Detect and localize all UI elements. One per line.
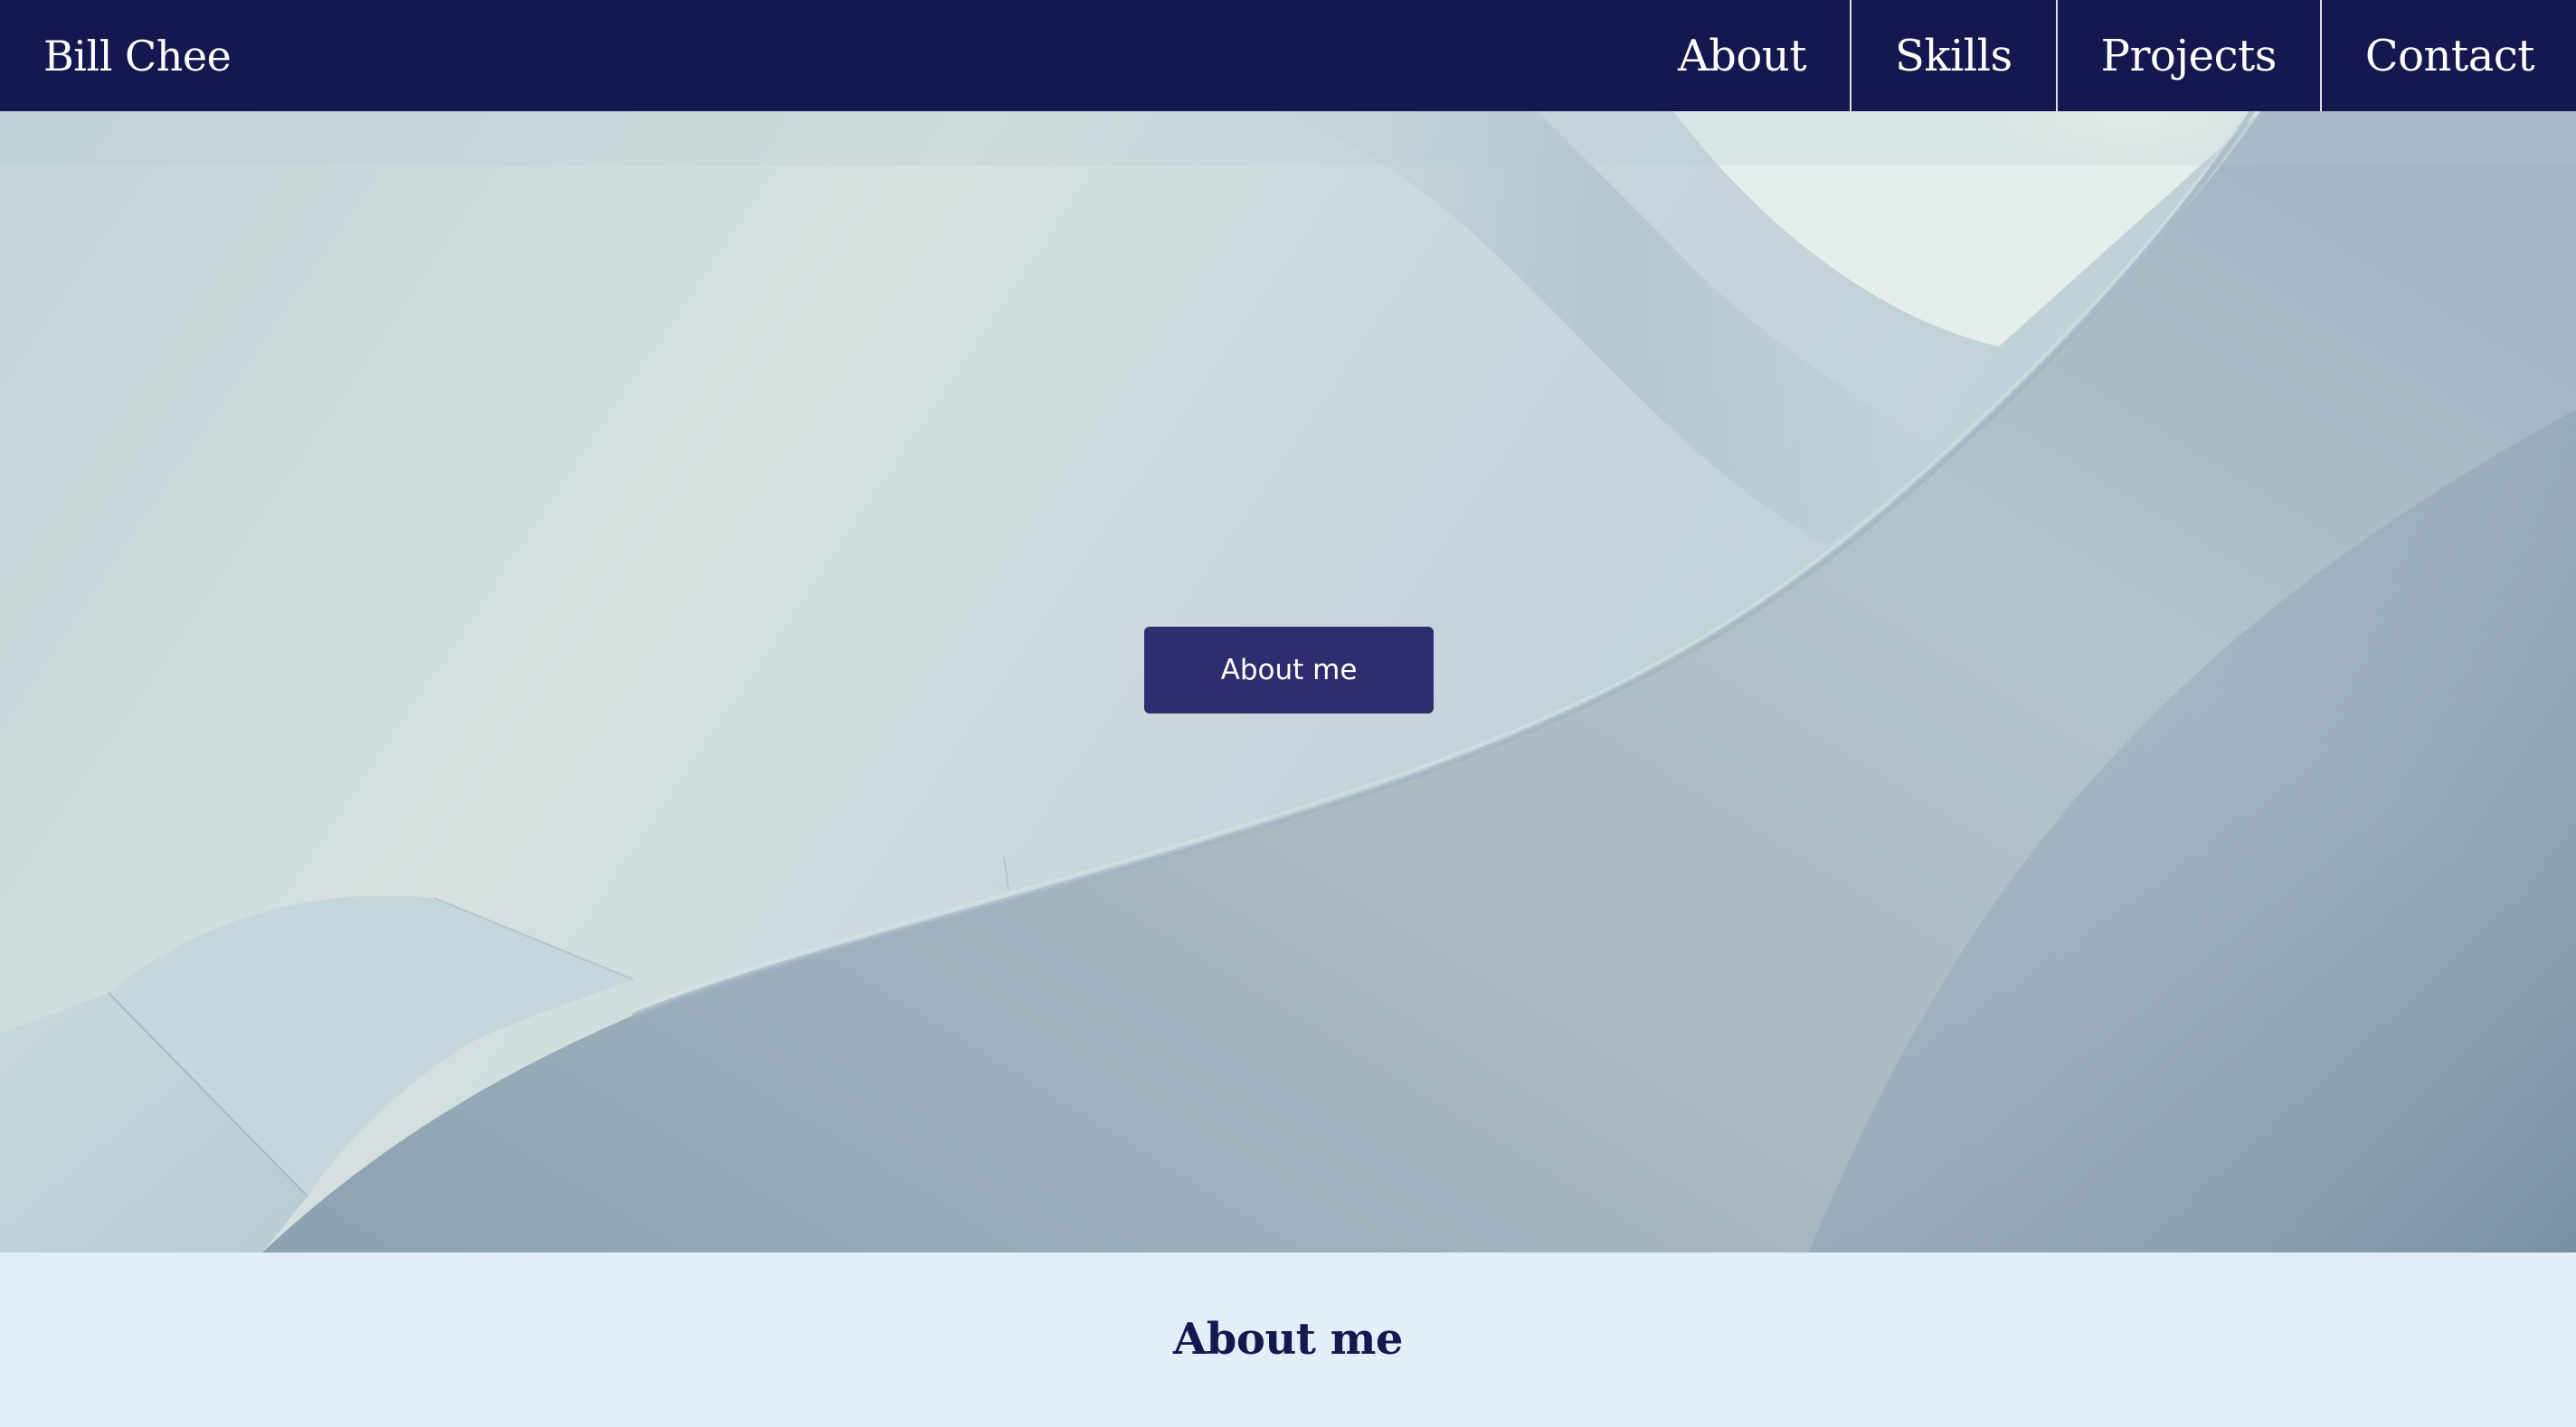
nav-link-about[interactable]: About <box>1634 0 1850 111</box>
about-me-button[interactable]: About me <box>1144 627 1434 714</box>
page: Bill Chee About Skills Projects Contact <box>0 0 2576 1427</box>
nav-link-contact[interactable]: Contact <box>2319 0 2576 111</box>
nav-link-skills[interactable]: Skills <box>1849 0 2056 111</box>
nav-links: About Skills Projects Contact <box>1634 0 2576 111</box>
top-navbar: Bill Chee About Skills Projects Contact <box>0 0 2576 111</box>
hero-section: About me <box>0 111 2576 1252</box>
nav-link-projects[interactable]: Projects <box>2055 0 2320 111</box>
about-section: About me <box>0 1252 2576 1427</box>
about-heading: About me <box>1173 1313 1403 1365</box>
site-brand[interactable]: Bill Chee <box>43 32 232 80</box>
